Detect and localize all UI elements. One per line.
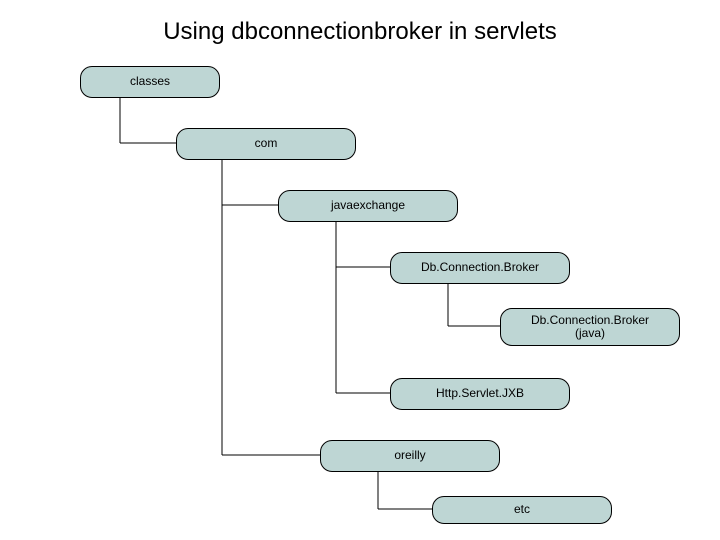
node-dcb: Db.Connection.Broker — [390, 252, 570, 284]
page-title: Using dbconnectionbroker in servlets — [0, 18, 720, 46]
node-etc: etc — [432, 496, 612, 524]
diagram-canvas: Using dbconnectionbroker in servlets cla… — [0, 0, 720, 540]
node-httpjxb: Http.Servlet.JXB — [390, 378, 570, 410]
node-dcbjava: Db.Connection.Broker (java) — [500, 308, 680, 346]
node-javax: javaexchange — [278, 190, 458, 222]
node-classes: classes — [80, 66, 220, 98]
node-com: com — [176, 128, 356, 160]
node-oreilly: oreilly — [320, 440, 500, 472]
